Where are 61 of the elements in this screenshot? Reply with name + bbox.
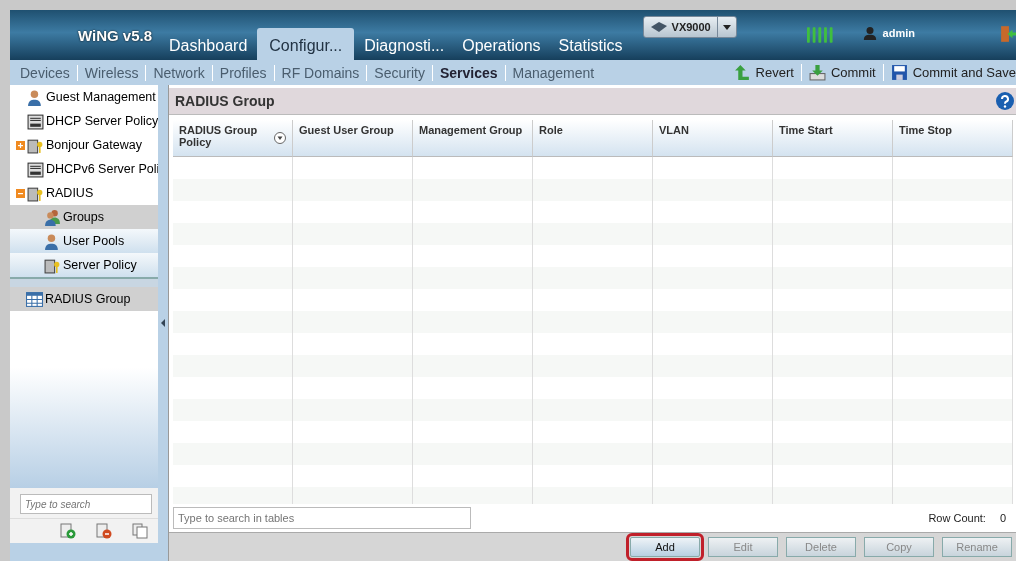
tree-item[interactable]: Bonjour Gateway [10, 133, 158, 157]
toolbar-button[interactable]: Commit and Save [882, 64, 1016, 81]
splitter-handle[interactable] [10, 277, 158, 287]
revert-icon [733, 64, 751, 81]
column-header[interactable]: VLAN [653, 120, 773, 157]
nav-tab[interactable]: Statistics [550, 31, 631, 60]
nav-tab[interactable]: Diagnosti... [356, 31, 453, 60]
nav-link[interactable]: Profiles [211, 64, 267, 81]
nav-link[interactable]: Services [431, 64, 498, 81]
row-count-value: 0 [999, 512, 1006, 524]
server-icon [27, 160, 44, 178]
nav-tab[interactable]: Operations [454, 31, 549, 60]
remove-item-icon[interactable] [96, 523, 112, 539]
expand-icon[interactable] [16, 140, 25, 150]
user-group-icon [44, 208, 61, 226]
user-icon [862, 26, 877, 40]
tree-item[interactable]: DHCPv6 Server Poli [10, 157, 158, 181]
user-icon [27, 88, 44, 106]
tree-item[interactable]: RADIUS [10, 181, 158, 205]
list-item[interactable]: RADIUS Group [10, 287, 158, 311]
nav-link[interactable]: Wireless [76, 64, 139, 81]
server-icon [27, 112, 44, 130]
nav-link[interactable]: Management [504, 64, 595, 81]
collapse-icon[interactable] [16, 188, 25, 198]
help-icon[interactable] [996, 92, 1014, 110]
add-item-icon[interactable] [60, 523, 76, 539]
collapse-panel-icon[interactable] [161, 319, 165, 327]
product-title: WiNG v5.8 [77, 26, 154, 44]
column-header[interactable]: Time Stop [893, 120, 1013, 157]
user-icon [44, 232, 61, 250]
tree-item[interactable]: Groups [10, 205, 158, 229]
tree-item[interactable]: Guest Management [10, 85, 158, 109]
toolbar-button[interactable]: Commit [800, 64, 876, 81]
nav-tab[interactable]: Dashboard [161, 31, 256, 60]
column-header[interactable]: Guest User Group [293, 120, 413, 157]
column-header[interactable]: Role [533, 120, 653, 157]
toolbar-button[interactable]: Revert [733, 64, 794, 81]
nav-link[interactable]: Network [145, 64, 205, 81]
device-icon [649, 21, 668, 33]
column-header[interactable]: Management Group [413, 120, 533, 157]
commit-icon [808, 64, 826, 81]
tree-item[interactable]: DHCP Server Policy [10, 109, 158, 133]
column-header[interactable]: RADIUS Group Policy [173, 120, 293, 157]
search-field[interactable]: Type to search [20, 494, 152, 514]
nav-link[interactable]: RF Domains [273, 64, 360, 81]
tree-item[interactable]: Server Policy [10, 253, 158, 277]
copy-icon[interactable] [132, 523, 148, 539]
save-icon [890, 64, 908, 81]
row-count-label: Row Count: [928, 512, 986, 524]
table-search-field[interactable]: Type to search in tables [173, 507, 471, 529]
dropdown-icon [722, 24, 731, 30]
panel-title: RADIUS Group [175, 93, 275, 109]
table-icon [26, 290, 43, 308]
nav-tab[interactable]: Configur... [257, 28, 355, 60]
tree-item[interactable]: User Pools [10, 229, 158, 253]
column-header[interactable]: Time Start [773, 120, 893, 157]
user-name: admin [882, 27, 915, 39]
nav-link[interactable]: Security [366, 64, 425, 81]
nav-link[interactable]: Devices [20, 64, 70, 81]
sort-icon[interactable] [274, 132, 286, 144]
device-selector[interactable]: VX9000 [642, 16, 737, 38]
